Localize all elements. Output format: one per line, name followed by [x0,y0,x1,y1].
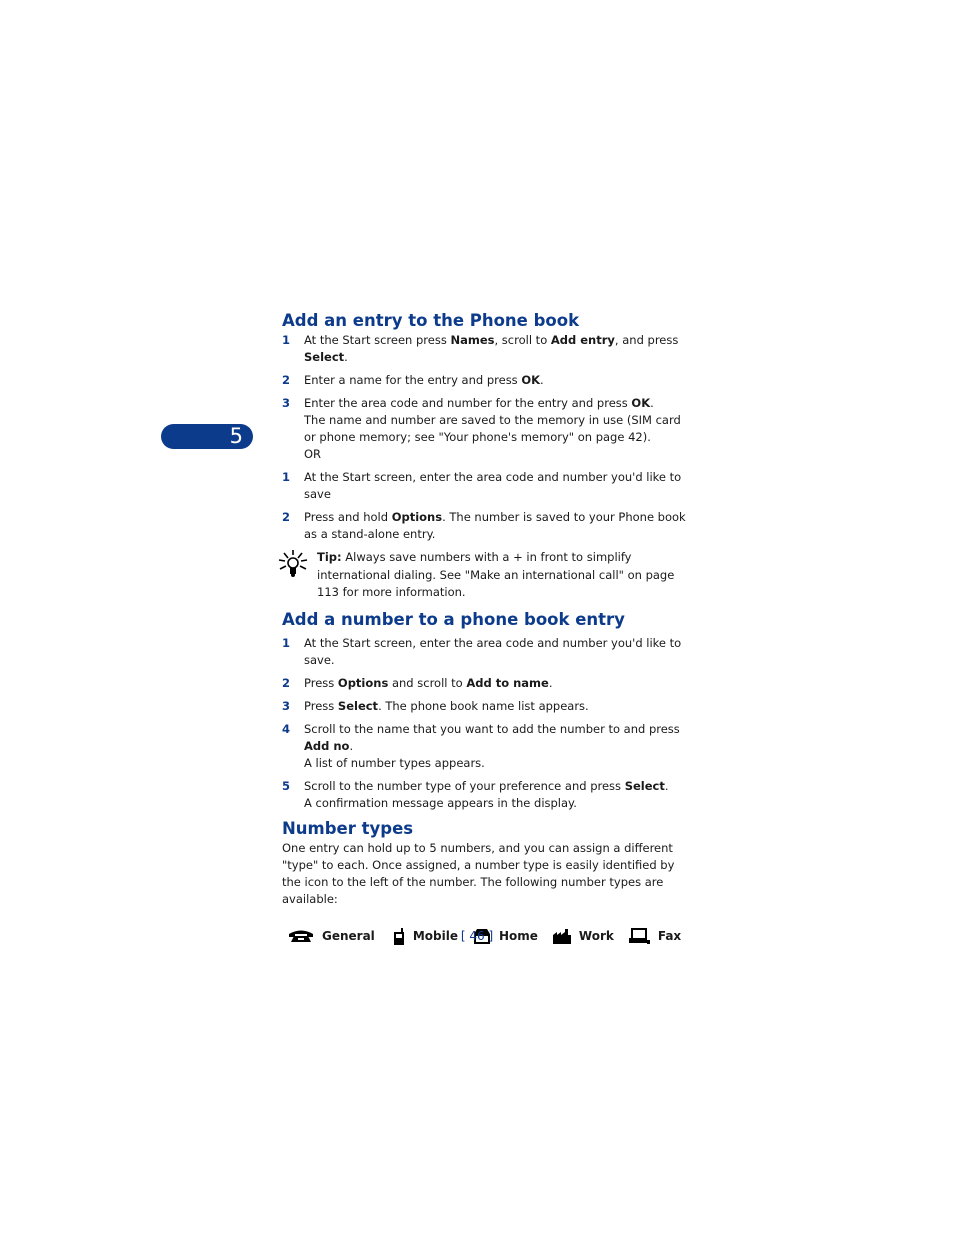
step-text: At the Start screen, enter the area code… [304,470,682,501]
step-text: Enter the area code and number for the e… [304,396,632,410]
number-types-description: One entry can hold up to 5 numbers, and … [282,840,675,906]
step-text: . [664,778,669,793]
step-text: Scroll to the name that you want to add … [304,721,680,736]
step-text: At the Start screen, enter the area code… [304,635,682,667]
page-content: Add an entry to the Phone book 1 At the S… [278,310,692,945]
ui-term: Options [391,510,443,524]
step-number: 2 [282,373,291,387]
step-number: 4 [282,721,291,736]
step-item: 1 At the Start screen press Names, scroll… [282,332,692,366]
step-number: 3 [282,698,291,713]
step-item: 2 Enter a name for the entry and press OK… [282,372,692,389]
page-number: [ 46 ] [460,929,494,943]
step-item: 2 Press Options and scroll to Add to name… [282,675,692,692]
tip-box: Tip: Always save numbers with a + in fro… [278,549,692,602]
tip-text: Always save numbers with a + in front to… [317,550,675,599]
section-title-add-number: Add a number to a phone book entry [282,609,625,629]
section-title-number-types: Number types [282,818,414,838]
step-note: A list of number types appears. [304,755,485,770]
step-list: 1 At the Start screen, enter the area cod… [282,635,692,812]
step-text: At the Start screen press [304,333,451,347]
step-item: 5 Scroll to the number type of your prefe… [282,778,692,812]
step-text: . [548,675,553,690]
step-text: Press [304,698,338,713]
step-text: . [540,373,544,387]
step-item: 4 Scroll to the name that you want to add… [282,721,692,772]
step-text: . The phone book name list appears. [378,698,589,713]
chapter-tab: 5 [161,424,253,449]
step-list: 1 At the Start screen press Names, scroll… [282,332,692,543]
step-text: Enter a name for the entry and press [304,373,522,387]
step-item: 1 At the Start screen, enter the area cod… [282,635,692,669]
section-title-add-entry: Add an entry to the Phone book [282,311,580,330]
step-text: and scroll to [388,675,467,690]
chapter-number: 5 [229,424,243,448]
step-note: The name and number are saved to the mem… [304,413,681,444]
ui-term: Select [337,698,379,713]
tip-label: Tip: [317,550,342,564]
step-number: 1 [282,635,291,650]
step-number: 1 [282,470,291,484]
step-text: Press and hold [304,510,392,524]
ui-term: Add to name [466,675,549,690]
lightbulb-icon [278,550,308,577]
step-text: Press [304,675,338,690]
step-text: . [349,738,354,753]
step-number: 1 [282,333,291,347]
step-number: 2 [282,510,291,524]
step-text: , scroll to [494,333,551,347]
step-text: . [344,350,348,364]
step-note: A confirmation message appears in the di… [304,795,577,810]
step-number: 5 [282,778,291,793]
step-item: 3 Press Select. The phone book name list … [282,698,692,715]
step-text: Scroll to the number type of your prefer… [304,778,625,793]
step-text: . [650,396,654,410]
ui-term: Options [337,675,389,690]
step-note: OR [304,447,322,461]
step-number: 3 [282,396,291,410]
ui-term: Add entry [550,333,615,347]
step-item: 2 Press and hold Options. The number is s… [282,509,692,543]
step-text: , and press [614,333,679,347]
step-number: 2 [282,675,291,690]
ui-term: Add no [304,738,350,753]
ui-term: Names [450,333,495,347]
ui-term: OK [521,373,541,387]
step-item: 3 Enter the area code and number for the … [282,395,692,463]
ui-term: Select [304,350,345,364]
step-item: 1 At the Start screen, enter the area cod… [282,469,692,503]
ui-term: Select [624,778,665,793]
ui-term: OK [631,396,651,410]
